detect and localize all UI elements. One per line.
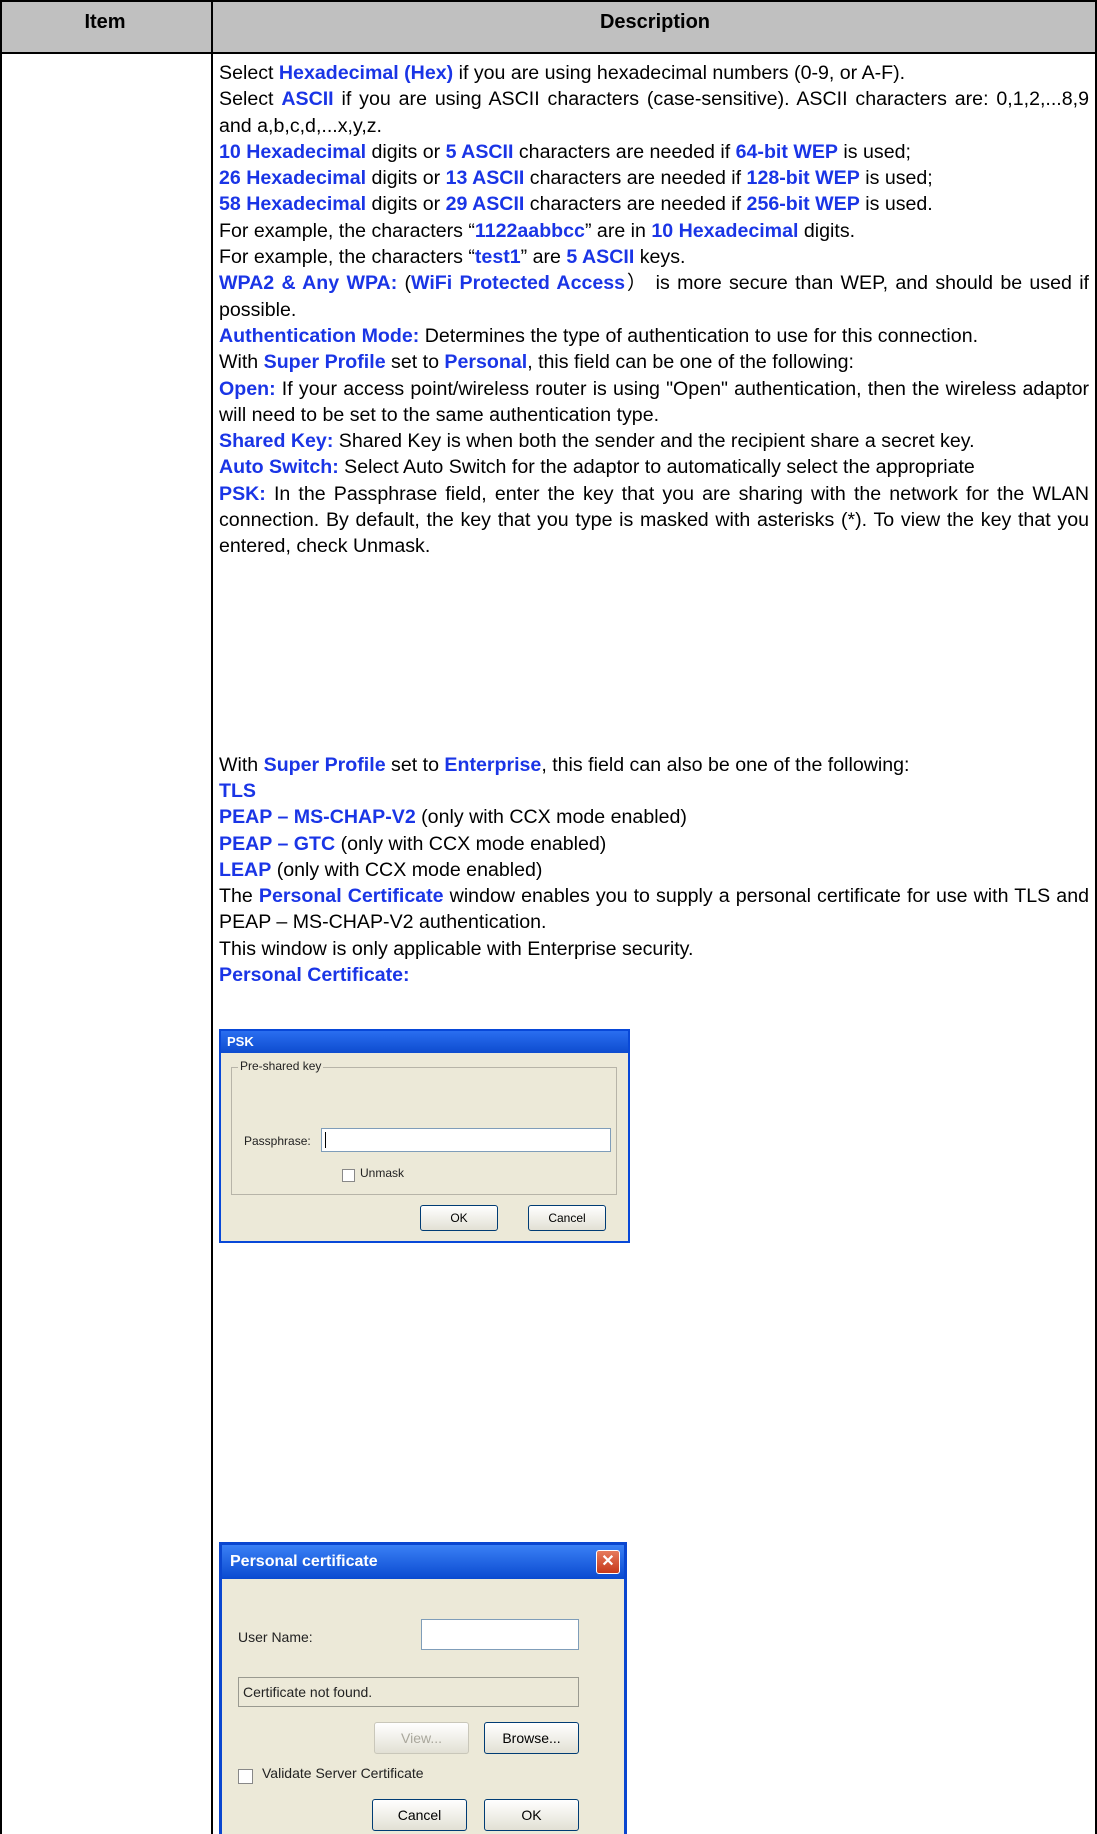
paragraph-peap-mschap: PEAP – MS-CHAP-V2 (only with CCX mode en… (219, 806, 687, 829)
paragraph-psk: PSK: In the Passphrase field, enter the … (219, 482, 1089, 558)
table: Item Description Select Hexadecimal (Hex… (0, 0, 1097, 1834)
personal-certificate-title: Personal certificate ✕ (222, 1545, 624, 1579)
header-description: Description (599, 11, 711, 33)
paragraph-personal: With Super Profile set to Personal, this… (219, 351, 854, 374)
paragraph-128bit: 26 Hexadecimal digits or 13 ASCII charac… (219, 167, 933, 190)
table-column-divider (211, 0, 213, 1834)
paragraph-enterprise-only: This window is only applicable with Ente… (219, 937, 694, 960)
paragraph-auth-mode: Authentication Mode: Determines the type… (219, 324, 979, 347)
paragraph-example-hex: For example, the characters “1122aabbcc”… (219, 219, 856, 242)
unmask-label: Unmask (360, 1166, 405, 1180)
paragraph-personal-cert-heading: Personal Certificate: (219, 964, 410, 987)
pre-shared-key-label: Pre-shared key (238, 1059, 324, 1073)
paragraph-auto-switch: Auto Switch: Select Auto Switch for the … (219, 456, 975, 479)
close-icon[interactable]: ✕ (596, 1550, 620, 1574)
paragraph-shared-key: Shared Key: Shared Key is when both the … (219, 430, 975, 453)
paragraph-tls: TLS (219, 779, 257, 802)
paragraph-hex: Select Hexadecimal (Hex) if you are usin… (219, 62, 906, 84)
user-name-label: User Name: (238, 1629, 313, 1645)
psk-dialog: PSK Pre-shared key Passphrase: Unmask OK… (219, 1029, 630, 1243)
paragraph-enterprise: With Super Profile set to Enterprise, th… (219, 753, 910, 776)
browse-button[interactable]: Browse... (484, 1722, 579, 1754)
paragraph-example-ascii: For example, the characters “test1” are … (219, 246, 686, 269)
user-name-input[interactable] (421, 1619, 579, 1650)
description-cell: Select Hexadecimal (Hex) if you are usin… (219, 60, 1089, 988)
paragraph-personal-certificate: The Personal Certificate window enables … (219, 885, 1089, 934)
paragraph-ascii: Select ASCII if you are using ASCII char… (219, 88, 1089, 137)
paragraph-peap-gtc: PEAP – GTC (only with CCX mode enabled) (219, 832, 607, 855)
paragraph-wpa: WPA2 & Any WPA: (WiFi Protected Access） … (219, 272, 1089, 321)
certificate-status: Certificate not found. (238, 1677, 579, 1707)
cert-ok-button[interactable]: OK (484, 1799, 579, 1831)
paragraph-leap: LEAP (only with CCX mode enabled) (219, 858, 543, 881)
validate-server-certificate-label: Validate Server Certificate (262, 1765, 424, 1781)
psk-dialog-spacer (219, 560, 1089, 752)
paragraph-open: Open: If your access point/wireless rout… (219, 377, 1089, 426)
view-button[interactable]: View... (374, 1722, 469, 1754)
psk-cancel-button[interactable]: Cancel (528, 1205, 606, 1231)
paragraph-256bit: 58 Hexadecimal digits or 29 ASCII charac… (219, 193, 933, 216)
validate-server-certificate-checkbox[interactable] (238, 1769, 253, 1784)
table-header: Item Description (0, 0, 1097, 54)
pre-shared-key-group: Pre-shared key Passphrase: Unmask (231, 1059, 617, 1195)
personal-certificate-title-text: Personal certificate (230, 1553, 378, 1570)
personal-certificate-dialog: Personal certificate ✕ User Name: Certif… (219, 1542, 627, 1834)
passphrase-label: Passphrase: (244, 1134, 311, 1148)
table-border-left (0, 0, 2, 1834)
cert-cancel-button[interactable]: Cancel (372, 1799, 467, 1831)
paragraph-64bit: 10 Hexadecimal digits or 5 ASCII charact… (219, 140, 911, 163)
psk-dialog-title: PSK (221, 1031, 628, 1053)
passphrase-input[interactable] (321, 1128, 611, 1152)
unmask-checkbox[interactable] (342, 1169, 355, 1182)
header-item: Item (84, 11, 126, 33)
psk-ok-button[interactable]: OK (420, 1205, 498, 1231)
